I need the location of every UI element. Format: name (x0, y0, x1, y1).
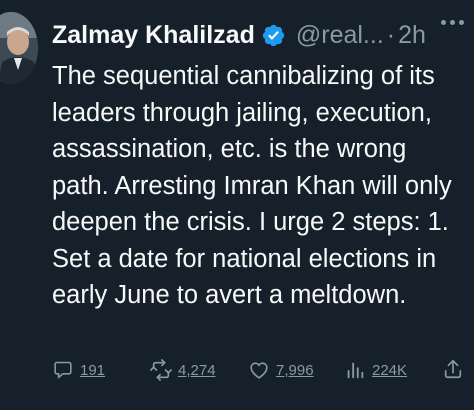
share-button[interactable] (442, 358, 464, 384)
more-options-icon[interactable] (441, 20, 464, 25)
tweet: Zalmay Khalilzad @real... · 2h The seque… (0, 0, 474, 410)
retweet-icon (150, 359, 172, 381)
author-handle[interactable]: @real... (296, 21, 384, 50)
retweet-count: 4,274 (178, 361, 216, 379)
tweet-text: The sequential cannibalizing of its lead… (52, 62, 452, 309)
reply-count: 191 (80, 361, 106, 379)
views-button[interactable]: 224K (344, 356, 407, 384)
retweet-button[interactable]: 4,274 (150, 356, 216, 384)
heart-icon (248, 359, 270, 381)
avatar[interactable] (0, 12, 38, 84)
author-display-name[interactable]: Zalmay Khalilzad (52, 21, 255, 50)
views-count: 224K (372, 361, 408, 379)
verified-badge-icon (261, 23, 286, 48)
like-button[interactable]: 7,996 (248, 356, 314, 384)
views-icon (344, 359, 366, 381)
like-count: 7,996 (276, 361, 314, 379)
tweet-header: Zalmay Khalilzad @real... · 2h (52, 16, 426, 54)
reply-button[interactable]: 191 (52, 356, 105, 384)
header-separator: · (386, 20, 396, 49)
share-icon (442, 359, 464, 384)
tweet-actions: 191 4,274 7,996 224K (52, 356, 464, 384)
tweet-timestamp[interactable]: 2h (398, 21, 426, 50)
reply-icon (52, 359, 74, 381)
